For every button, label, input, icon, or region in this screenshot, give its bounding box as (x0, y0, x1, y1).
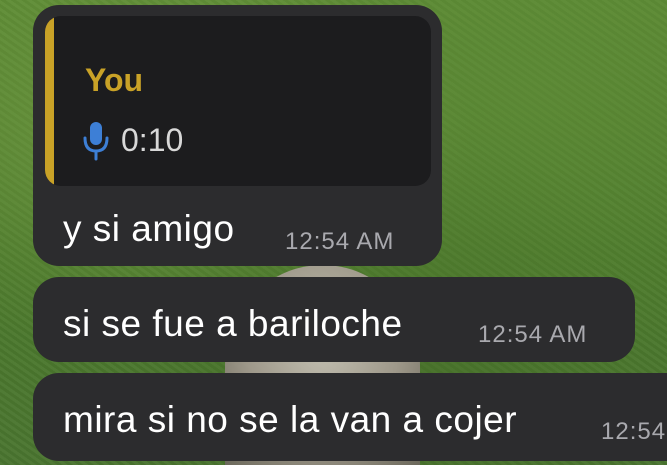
message-time: 12:54 AM (478, 321, 588, 348)
message-bubble-2[interactable]: si se fue a bariloche 12:54 AM (33, 277, 635, 362)
reply-sender: You (85, 62, 144, 98)
message-bubble-1[interactable]: You 0:10 y si amigo 12:54 AM (33, 5, 442, 266)
message-text: mira si no se la van a cojer (63, 399, 518, 440)
voice-duration: 0:10 (121, 122, 184, 158)
microphone-icon (83, 122, 109, 161)
message-time: 12:54 (601, 418, 667, 445)
message-text: si se fue a bariloche (63, 303, 403, 344)
message-text: y si amigo (63, 208, 235, 249)
message-time: 12:54 AM (285, 228, 395, 255)
message-bubble-3[interactable]: mira si no se la van a cojer 12:54 (33, 373, 667, 461)
reply-accent-bar (45, 16, 54, 186)
reply-preview[interactable]: You 0:10 (45, 16, 431, 186)
